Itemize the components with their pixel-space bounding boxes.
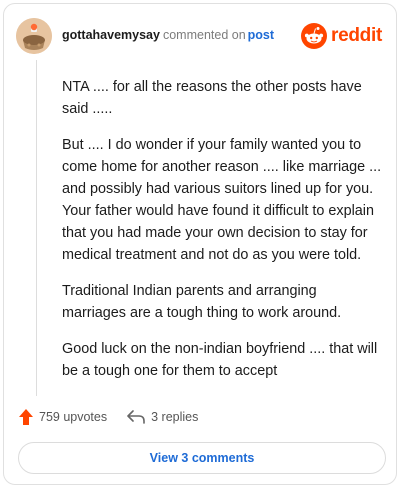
- comment-actions: 759 upvotes 3 replies: [18, 406, 198, 428]
- comment-meta: gottahavemysay commented on post: [62, 28, 274, 42]
- replies-button[interactable]: 3 replies: [127, 410, 198, 424]
- comment-header: gottahavemysay commented on post reddit: [16, 16, 384, 56]
- comment-body: NTA .... for all the reasons the other p…: [62, 76, 382, 396]
- comment-paragraph: Good luck on the non-indian boyfriend ..…: [62, 341, 378, 379]
- replies-count: 3 replies: [151, 410, 199, 424]
- action-text: commented on: [162, 28, 246, 42]
- upvote-button[interactable]: 759 upvotes: [18, 408, 107, 426]
- upvote-arrow-icon: [19, 409, 33, 425]
- comment-paragraph: NTA .... for all the reasons the other p…: [62, 79, 362, 117]
- view-comments-button[interactable]: View 3 comments: [18, 442, 386, 474]
- reddit-wordmark: reddit: [331, 25, 382, 46]
- thread-line[interactable]: [36, 60, 37, 396]
- comment-paragraph: But .... I do wonder if your family want…: [62, 137, 382, 263]
- reply-arrow-icon: [127, 410, 145, 424]
- snoo-avatar-icon[interactable]: [16, 18, 52, 54]
- comment-card: gottahavemysay commented on post reddit NT…: [3, 3, 397, 485]
- post-link[interactable]: post: [248, 28, 274, 42]
- comment-paragraph: Traditional Indian parents and arranging…: [62, 283, 342, 321]
- upvote-count: 759 upvotes: [39, 410, 108, 424]
- reddit-logo-icon: [301, 23, 328, 49]
- username-link[interactable]: gottahavemysay: [62, 28, 160, 42]
- reddit-logo[interactable]: reddit: [301, 22, 382, 50]
